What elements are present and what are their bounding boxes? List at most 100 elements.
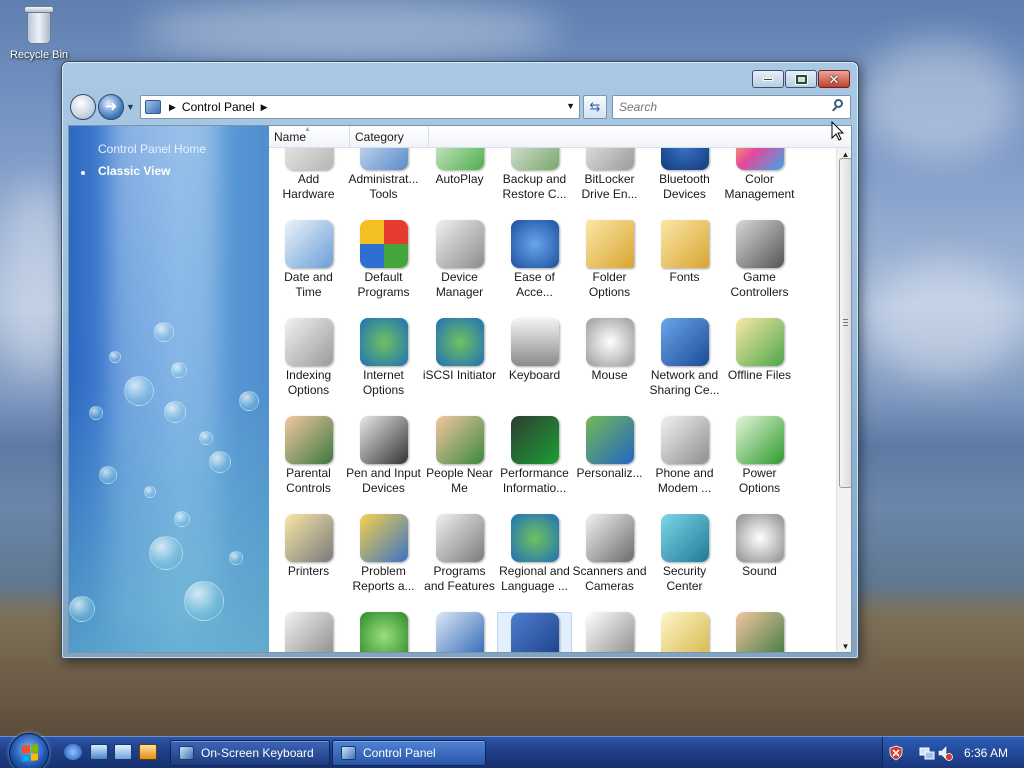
mouse-icon bbox=[585, 318, 634, 366]
taskbar-icon bbox=[585, 612, 634, 652]
control-panel-item[interactable]: People Near Me bbox=[422, 416, 497, 496]
control-panel-item[interactable]: Power Options bbox=[722, 416, 797, 496]
vertical-scrollbar[interactable]: ▲ ▼ bbox=[836, 148, 851, 652]
control-panel-item[interactable]: iSCSI Initiator bbox=[422, 318, 497, 383]
control-panel-item[interactable]: Phone and Modem ... bbox=[647, 416, 722, 496]
back-button[interactable] bbox=[70, 94, 96, 120]
control-panel-item-label: Mouse bbox=[591, 368, 628, 382]
volume-icon[interactable] bbox=[937, 745, 953, 761]
control-panel-item[interactable]: Fonts bbox=[647, 220, 722, 285]
control-panel-home-link[interactable]: Control Panel Home bbox=[98, 142, 206, 156]
control-panel-item[interactable]: Bluetooth Devices bbox=[647, 148, 722, 202]
network-icon[interactable] bbox=[919, 745, 935, 761]
control-panel-item[interactable]: Regional and Language ... bbox=[497, 514, 572, 594]
security-center-icon bbox=[660, 514, 709, 562]
security-alert-icon[interactable] bbox=[888, 745, 904, 761]
control-panel-item[interactable] bbox=[572, 612, 647, 652]
taskbar-button-control-panel[interactable]: Control Panel bbox=[332, 740, 486, 766]
recent-pages-dropdown[interactable]: ▼ bbox=[126, 102, 135, 112]
address-dropdown-icon[interactable]: ▼ bbox=[566, 101, 575, 111]
control-panel-item[interactable]: Default Programs bbox=[346, 220, 421, 300]
show-desktop-icon[interactable] bbox=[90, 744, 108, 760]
control-panel-item[interactable]: Indexing Options bbox=[271, 318, 346, 398]
scroll-thumb[interactable] bbox=[839, 158, 851, 488]
control-panel-item-label: Programs and Features bbox=[424, 564, 495, 593]
forward-button[interactable]: ➜ bbox=[98, 94, 124, 120]
address-bar[interactable]: ▶ Control Panel ▶ ▼ bbox=[140, 95, 580, 119]
control-panel-item-label: Fonts bbox=[669, 270, 700, 284]
control-panel-item-label: Indexing Options bbox=[285, 368, 332, 397]
recycle-bin[interactable]: Recycle Bin bbox=[4, 0, 74, 61]
control-panel-item[interactable]: Pen and Input Devices bbox=[346, 416, 421, 496]
control-panel-item[interactable]: Administrat... Tools bbox=[346, 148, 421, 202]
control-panel-item[interactable]: AutoPlay bbox=[422, 148, 497, 187]
taskbar: On-Screen Keyboard Control Panel 6:36 AM bbox=[0, 733, 1024, 768]
breadcrumb-control-panel[interactable]: Control Panel bbox=[182, 100, 255, 114]
classic-view-link[interactable]: Classic View bbox=[98, 164, 171, 178]
control-panel-item-label: Keyboard bbox=[508, 368, 561, 382]
column-category[interactable]: Category bbox=[350, 126, 429, 148]
control-panel-item[interactable]: Game Controllers bbox=[722, 220, 797, 300]
taskbar-button-label: On-Screen Keyboard bbox=[201, 746, 314, 760]
control-panel-item[interactable]: Ease of Acce... bbox=[497, 220, 572, 300]
search-icon[interactable] bbox=[831, 99, 845, 113]
control-panel-item[interactable]: Personaliz... bbox=[572, 416, 647, 481]
control-panel-item-label: Security Center bbox=[662, 564, 707, 593]
control-panel-item-label: Internet Options bbox=[362, 368, 405, 397]
control-panel-item[interactable]: BitLocker Drive En... bbox=[572, 148, 647, 202]
control-panel-item[interactable] bbox=[722, 612, 797, 652]
scroll-down-icon[interactable]: ▼ bbox=[837, 640, 851, 652]
arrow-right-icon: ➜ bbox=[104, 98, 118, 115]
control-panel-item[interactable]: Network and Sharing Ce... bbox=[647, 318, 722, 398]
control-panel-item[interactable]: Mouse bbox=[572, 318, 647, 383]
control-panel-item-label: iSCSI Initiator bbox=[422, 368, 497, 382]
ease-of-access-icon bbox=[510, 220, 559, 268]
start-button[interactable] bbox=[9, 733, 49, 768]
control-panel-item-label: BitLocker Drive En... bbox=[581, 172, 638, 201]
control-panel-item[interactable] bbox=[647, 612, 722, 652]
control-panel-item[interactable]: Problem Reports a... bbox=[346, 514, 421, 594]
people-near-me-icon bbox=[435, 416, 484, 464]
control-panel-item[interactable]: Parental Controls bbox=[271, 416, 346, 496]
media-player-icon[interactable] bbox=[139, 744, 157, 760]
control-panel-item[interactable] bbox=[346, 612, 421, 652]
maximize-button[interactable] bbox=[785, 70, 817, 88]
control-panel-item[interactable]: Internet Options bbox=[346, 318, 421, 398]
control-panel-item[interactable]: Add Hardware bbox=[271, 148, 346, 202]
breadcrumb-chevron-icon[interactable]: ▶ bbox=[261, 102, 268, 113]
control-panel-item[interactable]: Folder Options bbox=[572, 220, 647, 300]
column-name[interactable]: ▲ Name bbox=[269, 126, 350, 148]
control-panel-item-label: Administrat... Tools bbox=[348, 172, 419, 201]
control-panel-item[interactable]: Printers bbox=[271, 514, 346, 579]
control-panel-item[interactable]: Scanners and Cameras bbox=[572, 514, 647, 594]
switch-windows-icon[interactable] bbox=[114, 744, 132, 760]
control-panel-item[interactable]: Security Center bbox=[647, 514, 722, 594]
control-panel-item[interactable]: Sound bbox=[722, 514, 797, 579]
control-panel-item[interactable]: Keyboard bbox=[497, 318, 572, 383]
close-button[interactable]: ✕ bbox=[818, 70, 850, 88]
breadcrumb-chevron-icon[interactable]: ▶ bbox=[169, 102, 176, 113]
internet-explorer-icon[interactable] bbox=[64, 744, 82, 760]
minimize-button[interactable] bbox=[752, 70, 784, 88]
control-panel-item-label: Bluetooth Devices bbox=[659, 172, 710, 201]
column-header: ▲ Name Category bbox=[269, 126, 851, 148]
control-panel-item[interactable] bbox=[497, 612, 572, 652]
control-panel-item[interactable]: Offline Files bbox=[722, 318, 797, 383]
keyboard-icon bbox=[179, 746, 194, 760]
control-panel-item[interactable]: Performance Informatio... bbox=[497, 416, 572, 496]
control-panel-item[interactable]: Backup and Restore C... bbox=[497, 148, 572, 202]
iscsi-icon bbox=[435, 318, 484, 366]
regional-language-icon bbox=[510, 514, 559, 562]
refresh-button[interactable]: ⇆ bbox=[583, 95, 607, 119]
clock[interactable]: 6:36 AM bbox=[964, 746, 1008, 760]
control-panel-item[interactable] bbox=[271, 612, 346, 652]
recycle-bin-icon bbox=[21, 2, 57, 46]
taskbar-button-on-screen-keyboard[interactable]: On-Screen Keyboard bbox=[170, 740, 330, 766]
control-panel-item[interactable] bbox=[422, 612, 497, 652]
control-panel-item[interactable]: Programs and Features bbox=[422, 514, 497, 594]
control-panel-item[interactable]: Color Management bbox=[722, 148, 797, 202]
control-panel-item[interactable]: Device Manager bbox=[422, 220, 497, 300]
control-panel-item[interactable]: Date and Time bbox=[271, 220, 346, 300]
search-input[interactable] bbox=[619, 97, 819, 117]
problem-reports-icon bbox=[359, 514, 408, 562]
